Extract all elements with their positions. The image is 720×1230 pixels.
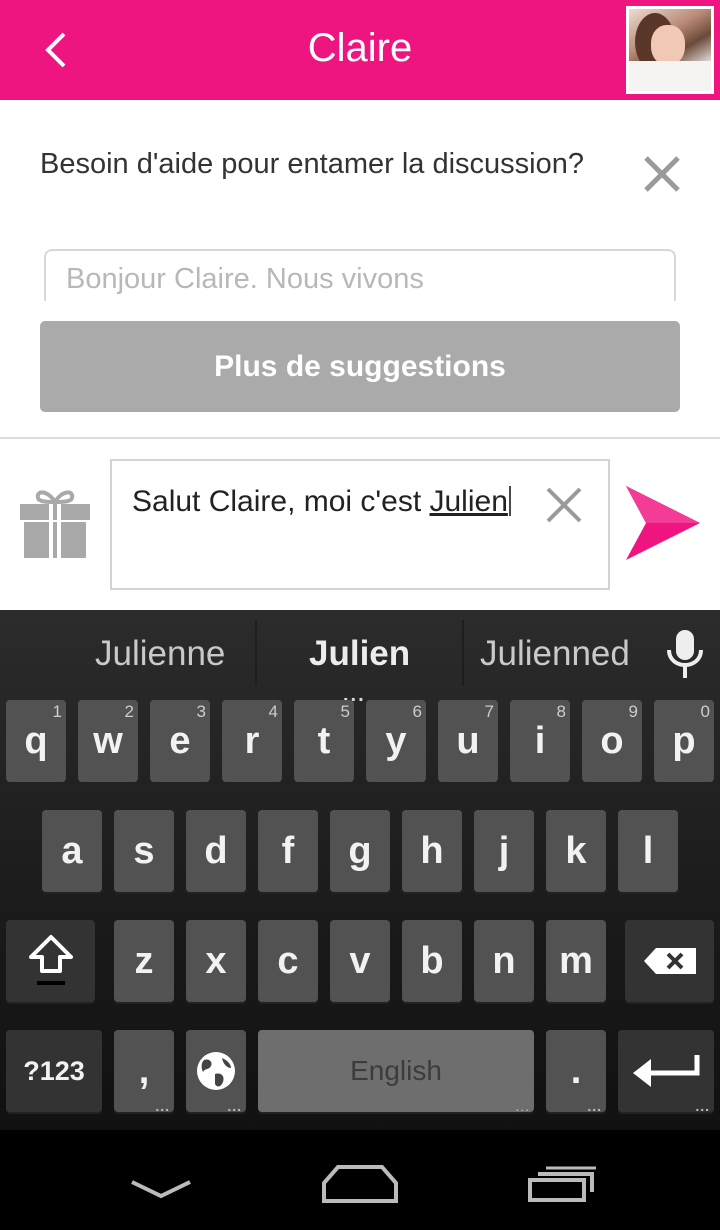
key-a[interactable]: a (42, 810, 102, 892)
key-i[interactable]: i8 (510, 700, 570, 782)
key-s[interactable]: s (114, 810, 174, 892)
voice-input-button[interactable] (663, 628, 707, 680)
suggestion-separator (255, 620, 257, 686)
key-m[interactable]: m (546, 920, 606, 1002)
close-help-button[interactable] (640, 152, 684, 196)
key-j[interactable]: j (474, 810, 534, 892)
message-text-prefix: Salut Claire, moi c'est (132, 485, 430, 518)
microphone-icon (667, 630, 703, 678)
shift-icon (28, 935, 73, 985)
key-hint: 5 (340, 702, 350, 721)
suggestion-separator (462, 620, 464, 686)
system-nav-bar (0, 1130, 720, 1230)
key-hint: 3 (196, 702, 206, 721)
app-header: Claire (0, 0, 720, 100)
key-u[interactable]: u7 (438, 700, 498, 782)
key-z[interactable]: z (114, 920, 174, 1002)
nav-back-button[interactable] (130, 1178, 192, 1205)
shift-key[interactable] (6, 920, 95, 1002)
gift-icon (20, 490, 90, 558)
suggestion-1[interactable]: Julienne (95, 634, 225, 674)
globe-icon (197, 1052, 235, 1090)
enter-icon (633, 1055, 700, 1087)
key-label: q (24, 719, 48, 762)
key-hint: 0 (700, 702, 710, 721)
key-hint: 7 (484, 702, 494, 721)
chevron-down-icon (131, 1180, 191, 1199)
send-button[interactable] (624, 484, 702, 562)
message-input[interactable]: Salut Claire, moi c'est Julien (110, 459, 610, 590)
message-text: Salut Claire, moi c'est Julien (132, 483, 532, 521)
key-hint: 8 (556, 702, 566, 721)
more-suggestions-button[interactable]: Plus de suggestions (40, 321, 680, 412)
gift-button[interactable] (18, 488, 92, 560)
key-label: y (385, 719, 407, 762)
key-o[interactable]: o9 (582, 700, 642, 782)
period-key[interactable]: .... (546, 1030, 606, 1114)
key-b[interactable]: b (402, 920, 462, 1002)
text-cursor (508, 486, 511, 516)
enter-key[interactable]: ... (618, 1030, 714, 1114)
key-g[interactable]: g (330, 810, 390, 892)
key-label: o (600, 719, 624, 762)
key-k[interactable]: k (546, 810, 606, 892)
suggested-message[interactable]: Bonjour Claire. Nous vivons (44, 249, 676, 301)
page-title: Claire (307, 26, 413, 70)
key-hint: 1 (52, 702, 62, 721)
clear-message-button[interactable] (544, 485, 584, 525)
key-label: p (672, 719, 696, 762)
key-d[interactable]: d (186, 810, 246, 892)
send-icon (626, 486, 700, 560)
backspace-icon (643, 948, 696, 974)
backspace-key[interactable] (625, 920, 714, 1002)
key-hint: 6 (412, 702, 422, 721)
period-key-label: . (570, 1049, 582, 1092)
key-hint: 2 (124, 702, 134, 721)
nav-recents-button[interactable] (526, 1164, 598, 1209)
divider (0, 437, 720, 439)
space-bar[interactable]: English... (258, 1030, 534, 1114)
profile-photo (629, 9, 711, 91)
key-q[interactable]: q1 (6, 700, 66, 782)
home-icon (322, 1165, 398, 1203)
key-v[interactable]: v (330, 920, 390, 1002)
soft-keyboard: Julienne Julien ... Julienned ?123 ,... (0, 610, 720, 1130)
suggestion-2[interactable]: Julien (309, 634, 410, 674)
language-key[interactable]: ... (186, 1030, 246, 1114)
key-label: e (169, 719, 191, 762)
key-label: w (93, 719, 123, 762)
message-text-composing: Julien (429, 485, 508, 518)
key-e[interactable]: e3 (150, 700, 210, 782)
avatar[interactable] (626, 6, 714, 94)
suggestion-strip: Julienne Julien ... Julienned (0, 610, 720, 706)
comma-key[interactable]: ,... (114, 1030, 174, 1114)
key-label: u (456, 719, 480, 762)
key-c[interactable]: c (258, 920, 318, 1002)
close-icon (644, 156, 680, 192)
symbols-key[interactable]: ?123 (6, 1030, 102, 1112)
key-label: r (244, 719, 260, 762)
key-t[interactable]: t5 (294, 700, 354, 782)
key-y[interactable]: y6 (366, 700, 426, 782)
comma-key-label: , (138, 1049, 150, 1092)
suggestion-3[interactable]: Julienned (480, 634, 630, 674)
nav-home-button[interactable] (322, 1163, 398, 1210)
key-f[interactable]: f (258, 810, 318, 892)
key-n[interactable]: n (474, 920, 534, 1002)
key-hint: 9 (628, 702, 638, 721)
key-label: i (534, 719, 546, 762)
recents-icon (528, 1166, 596, 1202)
key-r[interactable]: r4 (222, 700, 282, 782)
key-label: t (317, 719, 331, 762)
key-x[interactable]: x (186, 920, 246, 1002)
key-hint: 4 (268, 702, 278, 721)
key-l[interactable]: l (618, 810, 678, 892)
key-h[interactable]: h (402, 810, 462, 892)
help-question: Besoin d'aide pour entamer la discussion… (40, 148, 584, 180)
key-p[interactable]: p0 (654, 700, 714, 782)
space-bar-label: English (350, 1055, 442, 1086)
key-w[interactable]: w2 (78, 700, 138, 782)
close-icon (546, 487, 582, 523)
